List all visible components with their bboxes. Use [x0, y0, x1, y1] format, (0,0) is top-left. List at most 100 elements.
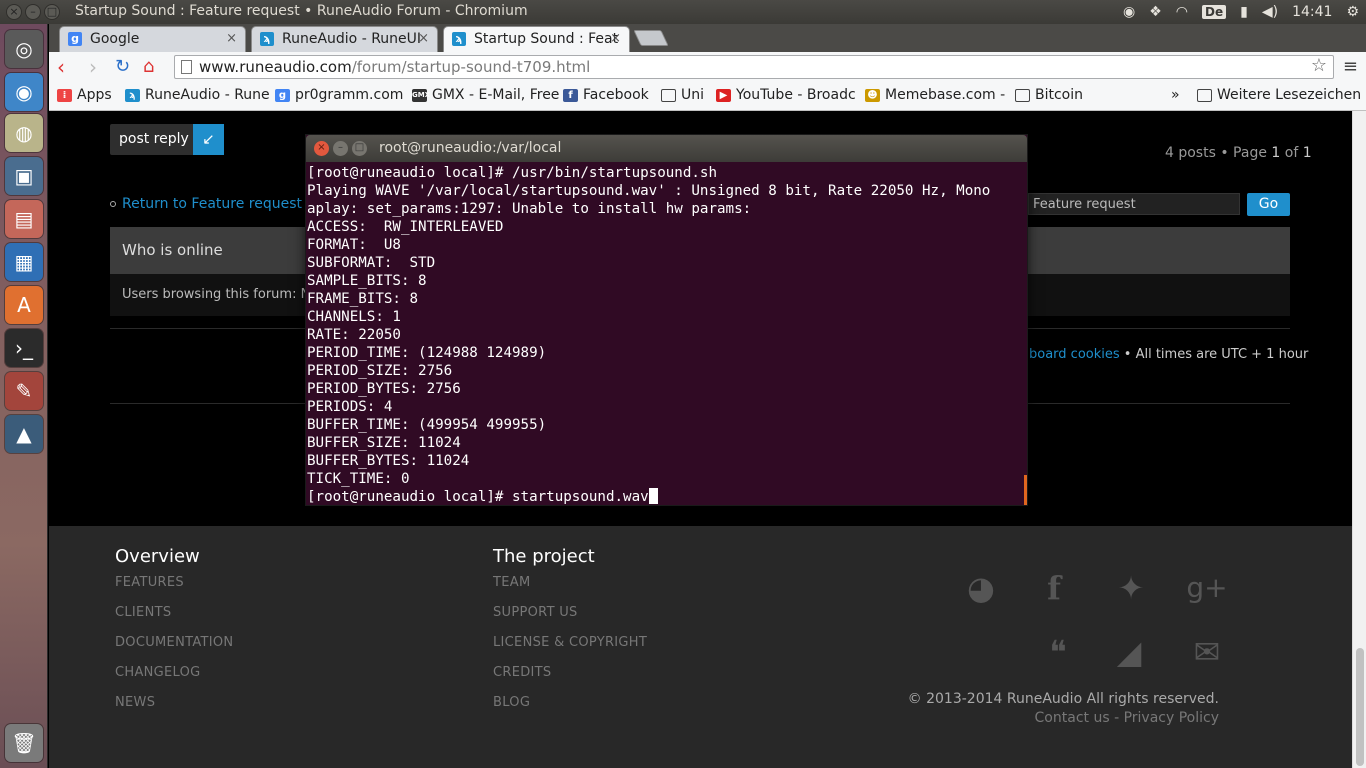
overview-title: Overview: [115, 546, 200, 567]
facebook-icon[interactable]: f: [1032, 566, 1076, 610]
terminal-icon[interactable]: ›_: [5, 329, 43, 367]
footer-link-documentation[interactable]: DOCUMENTATION: [115, 635, 233, 650]
writer-document-icon[interactable]: ▦: [5, 243, 43, 281]
settings-gear-icon[interactable]: ⚙: [1346, 4, 1359, 20]
window-close-icon[interactable]: ×: [6, 4, 22, 20]
bookmark-folder-uni[interactable]: Uni: [661, 87, 704, 103]
site-footer: Overview FEATURES CLIENTS DOCUMENTATION …: [49, 526, 1352, 768]
terminal-titlebar[interactable]: × – □ root@runeaudio:/var/local: [306, 135, 1027, 162]
wifi-icon[interactable]: ◠: [1176, 4, 1188, 20]
return-to-forum-link[interactable]: Return to Feature request: [110, 196, 302, 212]
footer-link-support-us[interactable]: SUPPORT US: [493, 605, 578, 620]
tab-label: RuneAudio - RuneUI: [282, 31, 422, 47]
close-icon[interactable]: ×: [226, 27, 237, 51]
bookmark-label: GMX - E-Mail, Free: [432, 87, 560, 103]
bookmark-star-icon[interactable]: ☆: [1311, 55, 1327, 77]
page-scrollbar[interactable]: [1352, 111, 1366, 768]
close-icon[interactable]: ×: [314, 141, 329, 156]
tab-label: Google: [90, 31, 140, 47]
dash-icon[interactable]: ◎: [5, 30, 43, 68]
separator: -: [1109, 710, 1124, 726]
terminal-output[interactable]: [root@runeaudio local]# /usr/bin/startup…: [307, 164, 1026, 506]
contact-us-link[interactable]: Contact us: [1035, 710, 1110, 726]
tab-runeui[interactable]: ϡ RuneAudio - RuneUI ×: [251, 26, 438, 52]
inkscape-icon[interactable]: ▲: [5, 415, 43, 453]
google-favicon-icon: g: [68, 32, 82, 46]
google-plus-icon[interactable]: g+: [1185, 566, 1229, 610]
bookmark-youtube[interactable]: ▶ YouTube - Broadc: [716, 87, 856, 103]
browser-chrome: g Google × ϡ RuneAudio - RuneUI × ϡ Star…: [49, 24, 1366, 111]
back-icon[interactable]: ‹: [57, 55, 65, 79]
footer-legal-links: Contact us - Privacy Policy: [1035, 710, 1219, 726]
window-minimize-icon[interactable]: –: [25, 4, 41, 20]
footer-link-team[interactable]: TEAM: [493, 575, 530, 590]
window-maximize-icon[interactable]: □: [44, 4, 60, 20]
footer-link-license[interactable]: LICENSE & COPYRIGHT: [493, 635, 647, 650]
pagination-info: 4 posts • Page 1 of 1: [1165, 145, 1312, 161]
forum-chat-icon[interactable]: ❝: [1036, 630, 1080, 674]
timezone-text: • All times are UTC + 1 hour: [1119, 347, 1309, 362]
menu-icon[interactable]: ≡: [1343, 56, 1358, 77]
close-icon[interactable]: ×: [418, 27, 429, 51]
new-tab-button[interactable]: [633, 30, 669, 46]
footer-link-clients[interactable]: CLIENTS: [115, 605, 171, 620]
bookmarks-overflow-button[interactable]: »: [1171, 87, 1180, 103]
url-path: /forum/startup-sound-t709.html: [351, 58, 591, 76]
home-icon[interactable]: ⌂: [143, 55, 154, 79]
chromium-icon[interactable]: ◉: [5, 73, 43, 111]
address-bar[interactable]: www.runeaudio.com/forum/startup-sound-t7…: [174, 55, 1334, 79]
board-footer-links: board cookies • All times are UTC + 1 ho…: [1029, 347, 1308, 362]
privacy-policy-link[interactable]: Privacy Policy: [1124, 710, 1219, 726]
scrollbar-thumb[interactable]: [1356, 648, 1364, 766]
clock[interactable]: 14:41: [1292, 4, 1332, 20]
jump-to-value: Feature request: [1033, 197, 1136, 212]
google-favicon-icon: g: [275, 88, 290, 102]
files-icon[interactable]: ▤: [5, 200, 43, 238]
tab-startup-sound[interactable]: ϡ Startup Sound : Feat ×: [443, 26, 630, 52]
reload-icon[interactable]: ↻: [115, 55, 130, 79]
forward-icon[interactable]: ›: [89, 55, 97, 79]
maximize-icon[interactable]: □: [352, 141, 367, 156]
bookmark-folder-other[interactable]: Weitere Lesezeichen: [1197, 87, 1361, 103]
pagination-text: of: [1280, 145, 1303, 161]
network-globe-icon[interactable]: ◉: [1123, 4, 1135, 20]
jump-to-select[interactable]: Feature request: [1028, 193, 1240, 215]
keyboard-layout-indicator[interactable]: De: [1202, 5, 1227, 19]
facebook-favicon-icon: f: [563, 88, 578, 102]
screenshot-app-icon[interactable]: ▣: [5, 157, 43, 195]
github-icon[interactable]: ◕: [959, 566, 1003, 610]
volume-icon[interactable]: ◀): [1262, 4, 1278, 20]
bookmark-facebook[interactable]: f Facebook: [563, 87, 649, 103]
rss-icon[interactable]: ◢: [1107, 630, 1151, 674]
battery-icon[interactable]: ▮: [1240, 4, 1248, 20]
terminal-window[interactable]: × – □ root@runeaudio:/var/local [root@ru…: [305, 134, 1028, 506]
footer-link-changelog[interactable]: CHANGELOG: [115, 665, 201, 680]
bookmark-apps[interactable]: ⁞ Apps: [57, 87, 112, 103]
delete-cookies-link[interactable]: board cookies: [1029, 347, 1120, 362]
bookmark-memebase[interactable]: ☻ Memebase.com -: [865, 87, 1005, 103]
system-tools-icon[interactable]: ✎: [5, 372, 43, 410]
mail-icon[interactable]: ✉: [1185, 630, 1229, 674]
minimize-icon[interactable]: –: [333, 141, 348, 156]
trash-icon[interactable]: 🗑: [5, 724, 43, 762]
bookmark-runeaudio[interactable]: ϡ RuneAudio - Rune: [125, 87, 270, 103]
software-center-icon[interactable]: A: [5, 286, 43, 324]
bookmark-pr0gramm[interactable]: g pr0gramm.com: [275, 87, 403, 103]
post-reply-button[interactable]: post reply ↙: [110, 124, 224, 155]
go-button[interactable]: Go: [1247, 193, 1290, 216]
close-icon[interactable]: ×: [610, 27, 621, 51]
bookmark-label: Weitere Lesezeichen: [1217, 87, 1362, 103]
footer-link-blog[interactable]: BLOG: [493, 695, 530, 710]
dropbox-icon[interactable]: ❖: [1149, 4, 1162, 20]
footer-link-features[interactable]: FEATURES: [115, 575, 184, 590]
footer-link-news[interactable]: NEWS: [115, 695, 155, 710]
bookmark-gmx[interactable]: GMX GMX - E-Mail, Free: [412, 87, 559, 103]
speaker-app-icon[interactable]: ◍: [5, 114, 43, 152]
terminal-title: root@runeaudio:/var/local: [379, 140, 562, 156]
bookmark-folder-bitcoin[interactable]: Bitcoin: [1015, 87, 1083, 103]
tab-google[interactable]: g Google ×: [59, 26, 246, 52]
footer-link-credits[interactable]: CREDITS: [493, 665, 551, 680]
bookmark-label: Uni: [681, 87, 705, 103]
page-current: 1: [1271, 145, 1281, 161]
twitter-icon[interactable]: ✦: [1109, 566, 1153, 610]
